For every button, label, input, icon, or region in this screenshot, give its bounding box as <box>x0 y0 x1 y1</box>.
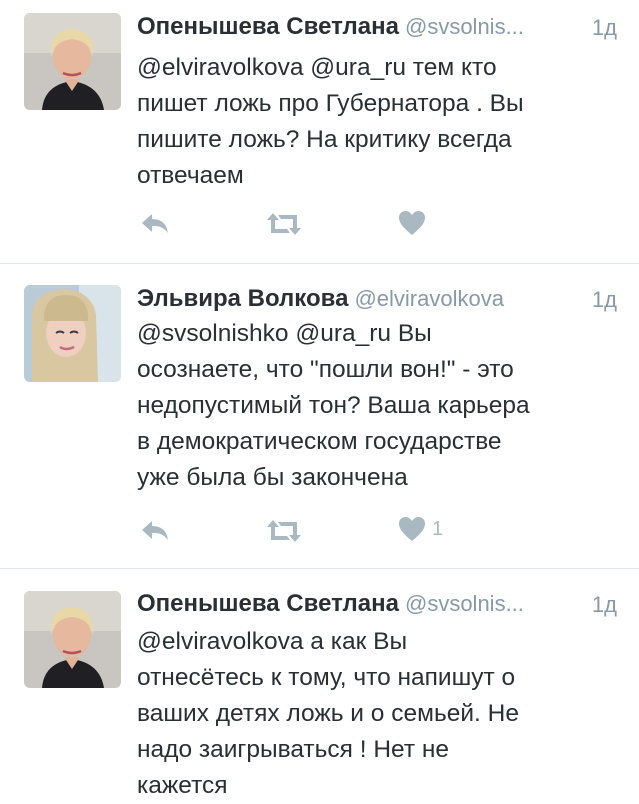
tweet-text: @svsolnishko @ura_ru Вы осознаете, что "… <box>137 320 530 491</box>
tweet-time[interactable]: 1д <box>581 15 617 41</box>
author-name[interactable]: Эльвира Волкова <box>137 285 348 312</box>
tweet-text: @elviravolkova а как Вы отнесётесь к том… <box>137 628 519 799</box>
heart-icon <box>399 517 425 541</box>
tweet-header: Опенышева Светлана @svsolnis... 1д <box>137 13 617 47</box>
avatar[interactable] <box>24 13 121 110</box>
tweet[interactable]: Опенышева Светлана @svsolnis... 1д @elvir… <box>0 0 639 264</box>
reply-icon <box>142 521 168 540</box>
like-button[interactable]: 1 <box>398 516 443 542</box>
tweet-header: Опенышева Светлана @svsolnis... 1д <box>137 590 617 624</box>
retweet-icon <box>267 520 301 542</box>
retweet-button[interactable] <box>265 211 303 237</box>
heart-icon <box>399 211 425 235</box>
tweet-time[interactable]: 1д <box>581 592 617 618</box>
tweet[interactable]: Эльвира Волкова @elviravolkova 1д @svsoln… <box>0 264 639 569</box>
tweet-time[interactable]: 1д <box>581 287 617 313</box>
author-handle[interactable]: @svsolnis... <box>405 14 524 39</box>
avatar[interactable] <box>24 285 121 382</box>
reply-button[interactable] <box>140 211 170 235</box>
author-name[interactable]: Опенышева Светлана <box>137 590 399 617</box>
tweet-header: Эльвира Волкова @elviravolkova 1д <box>137 285 617 319</box>
like-count: 1 <box>432 517 444 540</box>
author-handle[interactable]: @elviravolkova <box>354 286 504 311</box>
reply-icon <box>142 214 168 233</box>
author-handle[interactable]: @svsolnis... <box>405 591 524 616</box>
retweet-button[interactable] <box>265 518 303 544</box>
reply-button[interactable] <box>140 518 170 542</box>
author-name[interactable]: Опенышева Светлана <box>137 13 399 40</box>
retweet-icon <box>267 213 301 235</box>
avatar[interactable] <box>24 591 121 688</box>
tweet[interactable]: Опенышева Светлана @svsolnis... 1д @elvir… <box>0 569 639 804</box>
like-button[interactable] <box>398 210 432 236</box>
tweet-text: @elviravolkova @ura_ru тем кто пишет лож… <box>137 54 524 189</box>
